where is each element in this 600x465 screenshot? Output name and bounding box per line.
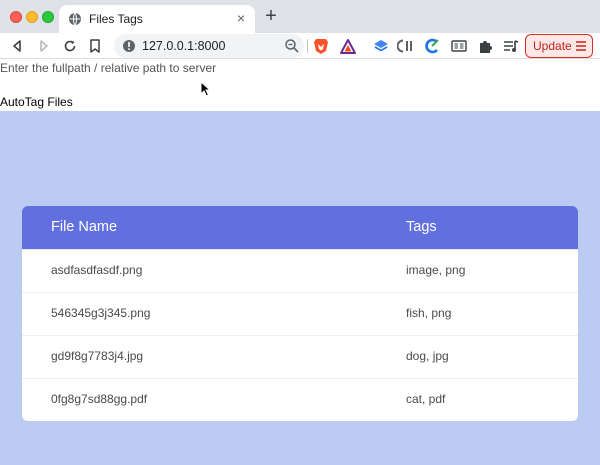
column-header-file-name: File Name [51,219,118,235]
tab-close-icon[interactable]: × [233,10,249,26]
tab-title: Files Tags [89,12,143,26]
file-name-cell: gd9f8g7783j4.jpg [51,349,144,363]
results-panel: File Name Tags asdfasdfasdf.png image, p… [0,111,600,465]
back-arrow-icon [13,40,21,52]
new-tab-button[interactable]: + [262,6,280,26]
file-name-cell: 546345g3j345.png [51,306,151,320]
autotag-files-button[interactable]: AutoTag Files [0,95,73,109]
c-logo-icon [425,38,439,54]
table-row: 0fg8g7sd88gg.pdf cat, pdf [22,378,578,421]
triangle-icon [340,38,356,54]
menu-icon [576,41,586,51]
table-header: File Name Tags [22,206,578,249]
reader-icon [451,40,467,52]
mouse-pointer-icon [200,81,212,97]
browser-tab-strip: Files Tags × + [0,0,600,33]
reload-icon [64,40,76,52]
file-name-cell: 0fg8g7sd88gg.pdf [51,392,148,406]
layers-icon [374,40,388,52]
url-text[interactable]: 127.0.0.1:8000 [142,39,225,53]
tags-cell: cat, pdf [406,392,446,406]
site-info-icon[interactable] [122,39,136,53]
tags-cell: image, png [406,263,466,277]
puzzle-icon [479,40,492,53]
browser-tab[interactable]: Files Tags × [59,5,255,33]
forward-arrow-icon [40,40,48,52]
extension-code-button[interactable] [397,37,415,55]
back-button[interactable] [8,37,26,55]
address-bar[interactable]: 127.0.0.1:8000 [114,34,304,58]
globe-icon [69,12,81,26]
extensions-button[interactable] [476,37,494,55]
rewards-button[interactable] [339,37,357,55]
update-button[interactable]: Update [525,34,593,58]
media-control-button[interactable] [502,37,520,55]
brave-shield-button[interactable] [312,37,330,55]
code-brackets-icon [397,39,412,53]
extension-layers-button[interactable] [372,37,390,55]
table-row: 546345g3j345.png fish, png [22,292,578,335]
forward-button[interactable] [35,37,53,55]
playlist-icon [504,40,519,52]
window-close-button[interactable] [10,11,22,23]
tags-cell: fish, png [406,306,452,320]
reload-button[interactable] [61,37,79,55]
lion-shield-icon [314,38,328,54]
zoom-icon[interactable] [284,38,300,54]
tags-cell: dog, jpg [406,349,449,363]
bookmark-icon [90,39,100,53]
file-name-cell: asdfasdfasdf.png [51,263,143,277]
extension-c-button[interactable] [423,37,441,55]
window-minimize-button[interactable] [26,11,38,23]
column-header-tags: Tags [406,219,437,235]
path-input-label: Enter the fullpath / relative path to se… [0,61,217,75]
table-row: gd9f8g7783j4.jpg dog, jpg [22,335,578,378]
toolbar-separator [307,39,308,53]
browser-toolbar: 127.0.0.1:8000 Update [0,33,600,59]
table-row: asdfasdfasdf.png image, png [22,249,578,292]
update-label: Update [533,39,572,53]
extension-reader-button[interactable] [450,37,468,55]
bookmark-button[interactable] [86,37,104,55]
page-content: Enter the fullpath / relative path to se… [0,60,600,465]
files-table: File Name Tags asdfasdfasdf.png image, p… [22,206,578,421]
window-maximize-button[interactable] [42,11,54,23]
